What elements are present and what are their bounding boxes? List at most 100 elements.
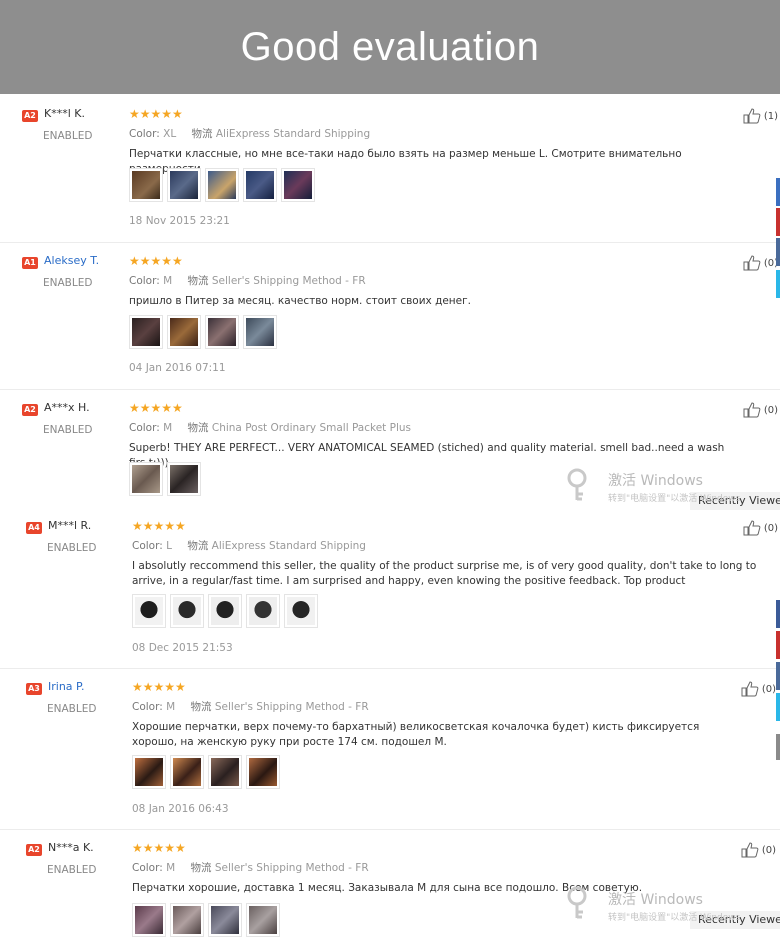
review-photo[interactable] — [132, 903, 166, 937]
color-value: M — [166, 862, 176, 874]
review-photo[interactable] — [243, 168, 277, 202]
review-date: 18 Nov 2015 23:21 — [129, 215, 230, 227]
helpful-button[interactable]: (1) — [743, 108, 778, 124]
key-icon — [567, 468, 587, 501]
color-value: M — [163, 422, 173, 434]
share-strip-edge — [776, 662, 780, 690]
buyer-level-badge: A2 — [22, 110, 38, 122]
buyer-name[interactable]: Aleksey T. — [44, 254, 99, 267]
buyer-status: ENABLED — [47, 703, 97, 715]
review-photos — [129, 462, 201, 496]
buyer-name: M***l R. — [48, 519, 92, 532]
review-photo[interactable] — [129, 462, 163, 496]
share-strip-edge — [776, 208, 780, 236]
review-photo[interactable] — [167, 462, 201, 496]
review-photos — [132, 594, 318, 628]
star-rating: ★★★★★ — [129, 107, 183, 121]
buyer-level-badge: A3 — [26, 683, 42, 695]
review-photo[interactable] — [246, 594, 280, 628]
review-photos — [132, 755, 280, 789]
review-photo[interactable] — [167, 168, 201, 202]
helpful-button[interactable]: (0) — [741, 842, 776, 858]
review-photo[interactable] — [129, 168, 163, 202]
review-item: A1 Aleksey T. ENABLED ★★★★★ Color: M 物流 … — [0, 243, 780, 390]
shipping-method: China Post Ordinary Small Packet Plus — [211, 422, 412, 434]
review-photo[interactable] — [129, 315, 163, 349]
review-text: Хорошие перчатки, верх почему-то бархатн… — [132, 721, 700, 748]
review-text: Superb! THEY ARE PERFECT... VERY ANATOMI… — [129, 442, 725, 469]
review-photo[interactable] — [284, 594, 318, 628]
shipping-method: AliExpress Standard Shipping — [211, 540, 366, 552]
helpful-count: (0) — [761, 844, 776, 856]
activation-watermark: 激活 Windows 转到"电脑设置"以激活 Windows — [608, 473, 741, 504]
buyer-status: ENABLED — [47, 542, 97, 554]
star-rating: ★★★★★ — [129, 401, 183, 415]
shipping-method: AliExpress Standard Shipping — [215, 128, 371, 140]
review-text: пришло в Питер за месяц. качество норм. … — [129, 295, 471, 307]
share-strip-edge — [776, 693, 780, 721]
color-value: M — [163, 275, 173, 287]
share-strip-edge — [776, 734, 780, 760]
share-strip-edge — [776, 600, 780, 628]
review-photo[interactable] — [208, 755, 242, 789]
review-photo[interactable] — [170, 755, 204, 789]
activation-watermark: 激活 Windows 转到"电脑设置"以激活 Windows — [608, 892, 741, 923]
buyer-level-badge: A4 — [26, 522, 42, 534]
page-title: Good evaluation — [240, 24, 540, 69]
review-date: 08 Jan 2016 06:43 — [132, 803, 229, 815]
review-photos — [129, 315, 277, 349]
review-item: A4 M***l R. ENABLED ★★★★★ Color: L 物流 Al… — [0, 508, 780, 669]
banner: Good evaluation — [0, 0, 780, 94]
review-text: I absolutly reccommend this seller, the … — [132, 560, 757, 587]
star-rating: ★★★★★ — [129, 254, 183, 268]
share-strip-edge — [776, 238, 780, 266]
color-value: L — [166, 540, 172, 552]
review-item: A2 K***l K. ENABLED ★★★★★ Color: XL 物流 A… — [0, 96, 780, 243]
helpful-button[interactable]: (0) — [741, 681, 776, 697]
buyer-name[interactable]: Irina P. — [48, 680, 84, 693]
review-photo[interactable] — [281, 168, 315, 202]
thumbs-up-icon — [741, 681, 759, 697]
review-photos — [132, 903, 280, 937]
review-photo[interactable] — [170, 594, 204, 628]
review-photo[interactable] — [246, 755, 280, 789]
review-photo[interactable] — [205, 168, 239, 202]
star-rating: ★★★★★ — [132, 680, 186, 694]
share-strip-edge — [776, 631, 780, 659]
helpful-button[interactable]: (0) — [743, 255, 778, 271]
helpful-count: (1) — [763, 110, 778, 122]
helpful-button[interactable]: (0) — [743, 402, 778, 418]
review-photo[interactable] — [205, 315, 239, 349]
review-photo[interactable] — [208, 903, 242, 937]
review-meta: Color: XL 物流 AliExpress Standard Shippin… — [129, 128, 371, 140]
buyer-status: ENABLED — [47, 864, 97, 876]
review-item: A3 Irina P. ENABLED ★★★★★ Color: M 物流 Se… — [0, 669, 780, 830]
shipping-method: Seller's Shipping Method - FR — [211, 275, 366, 287]
review-date: 04 Jan 2016 07:11 — [129, 362, 226, 374]
review-photo[interactable] — [132, 594, 166, 628]
shipping-method: Seller's Shipping Method - FR — [214, 862, 369, 874]
review-date: 08 Dec 2015 21:53 — [132, 642, 233, 654]
color-value: XL — [163, 128, 177, 140]
helpful-count: (0) — [763, 404, 778, 416]
share-strip-edge — [776, 270, 780, 298]
review-photo[interactable] — [246, 903, 280, 937]
buyer-status: ENABLED — [43, 424, 93, 436]
review-photo[interactable] — [132, 755, 166, 789]
review-photo[interactable] — [167, 315, 201, 349]
buyer-level-badge: A1 — [22, 257, 38, 269]
key-icon — [567, 886, 587, 919]
review-photo[interactable] — [243, 315, 277, 349]
shipping-method: Seller's Shipping Method - FR — [214, 701, 369, 713]
helpful-count: (0) — [761, 683, 776, 695]
share-strip-edge — [776, 178, 780, 206]
review-photo[interactable] — [208, 594, 242, 628]
helpful-button[interactable]: (0) — [743, 520, 778, 536]
review-photos — [129, 168, 315, 202]
review-meta: Color: M 物流 China Post Ordinary Small Pa… — [129, 422, 412, 434]
helpful-count: (0) — [763, 522, 778, 534]
review-photo[interactable] — [170, 903, 204, 937]
buyer-name: A***x H. — [44, 401, 90, 414]
review-meta: Color: M 物流 Seller's Shipping Method - F… — [132, 701, 369, 713]
thumbs-up-icon — [743, 255, 761, 271]
